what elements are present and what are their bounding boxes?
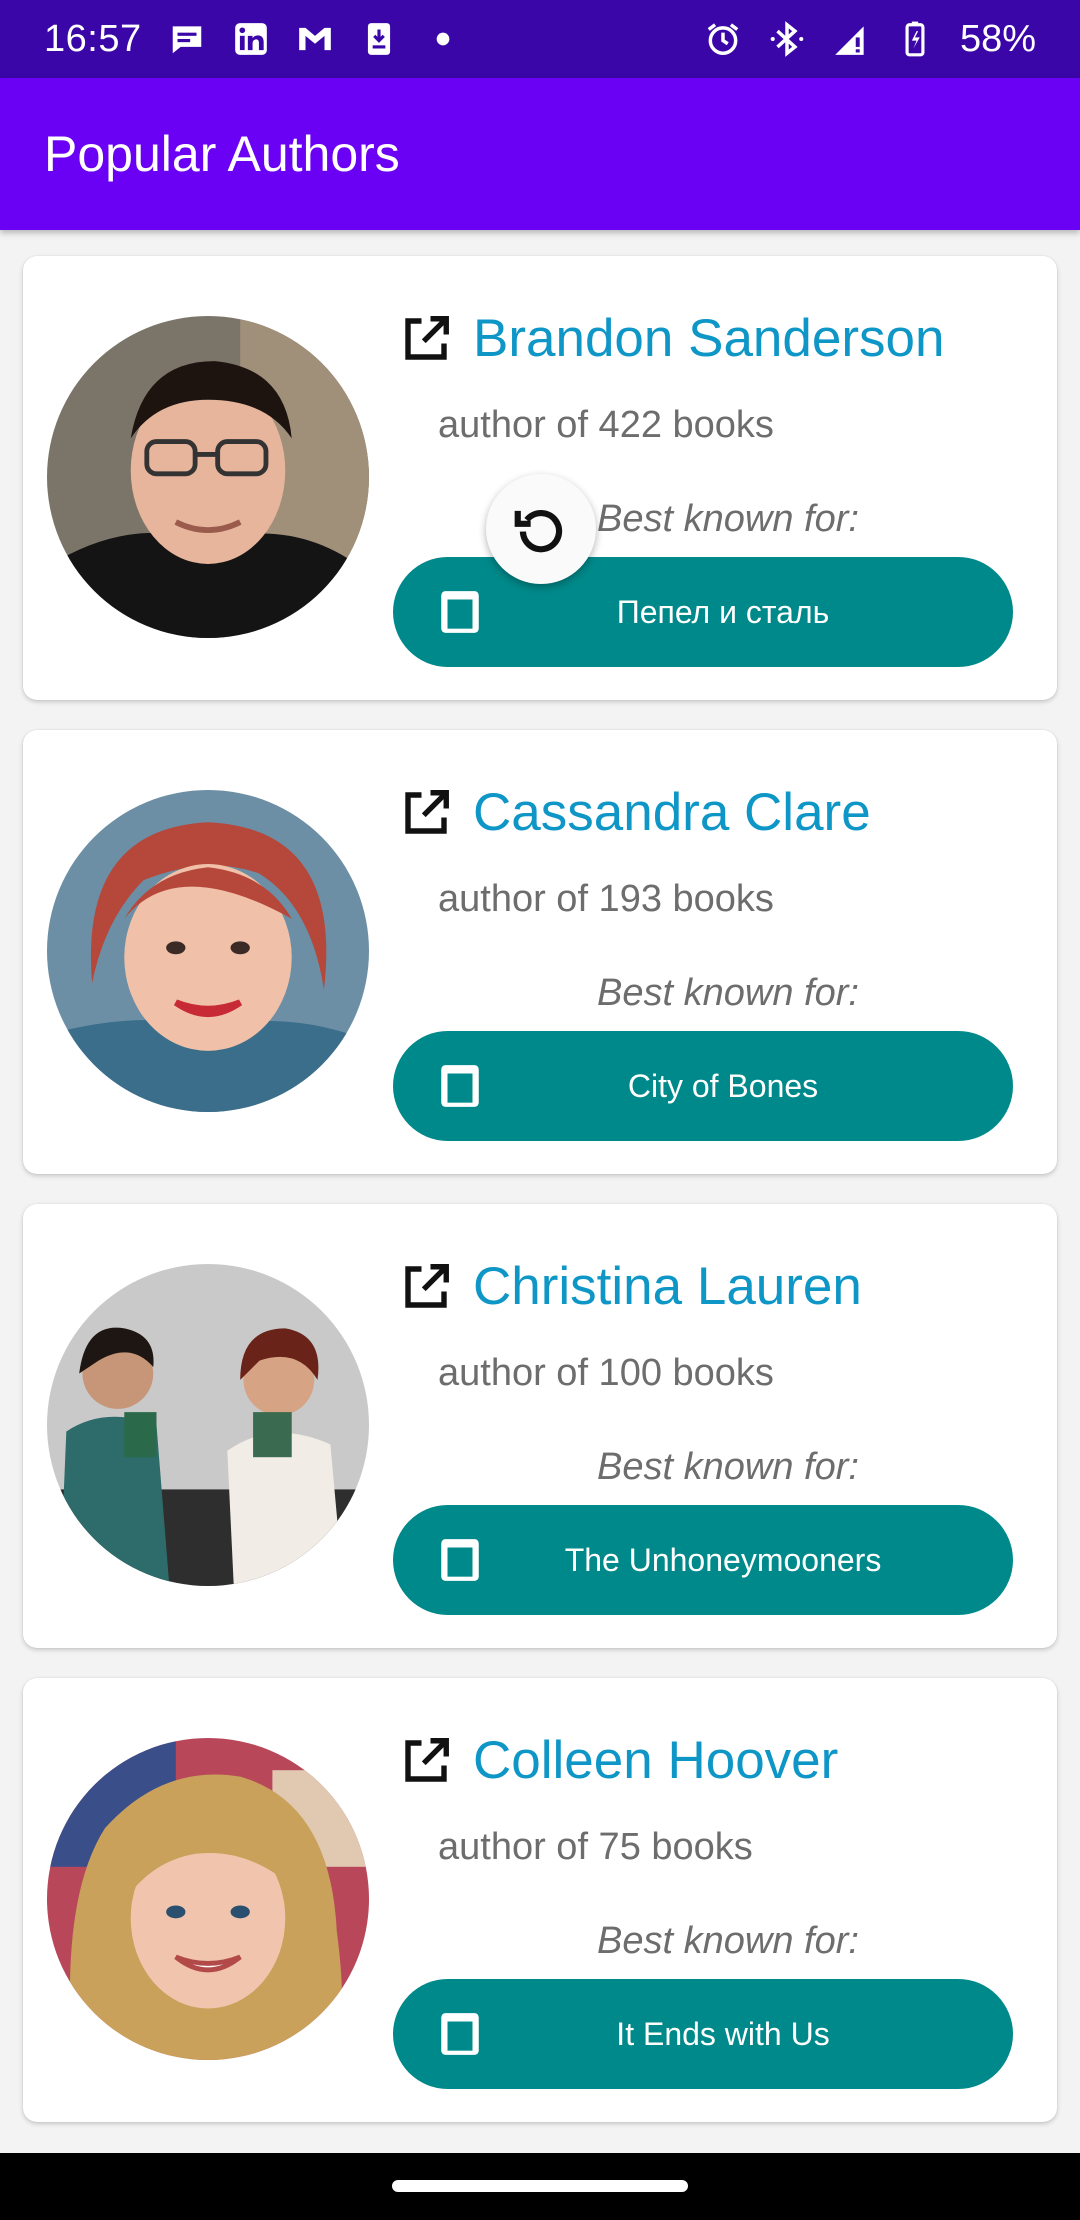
battery-icon — [896, 20, 934, 58]
download-icon — [360, 20, 398, 58]
best-known-label: Best known for: — [597, 972, 859, 1014]
author-name-row[interactable]: Brandon Sanderson — [399, 308, 944, 369]
best-known-book-button[interactable]: It Ends with Us — [393, 1979, 1013, 2089]
author-name[interactable]: Christina Lauren — [473, 1256, 862, 1317]
author-avatar — [47, 316, 369, 638]
dot-icon — [424, 20, 462, 58]
author-name-row[interactable]: Christina Lauren — [399, 1256, 862, 1317]
author-name-row[interactable]: Cassandra Clare — [399, 782, 871, 843]
author-card: Christina Lauren author of 100 books Bes… — [23, 1204, 1057, 1648]
best-known-book-title: It Ends with Us — [616, 2015, 830, 2052]
navigation-bar — [0, 2153, 1080, 2220]
author-avatar — [47, 1264, 369, 1586]
open-in-new-icon[interactable] — [399, 786, 453, 840]
app-bar: Popular Authors — [0, 78, 1080, 230]
author-avatar — [47, 1738, 369, 2060]
best-known-label: Best known for: — [597, 1446, 859, 1488]
message-icon — [168, 20, 206, 58]
status-time: 16:57 — [44, 17, 142, 60]
author-book-count: author of 75 books — [438, 1826, 753, 1868]
open-in-new-icon[interactable] — [399, 1734, 453, 1788]
author-avatar — [47, 790, 369, 1112]
author-photo — [47, 316, 369, 638]
gmail-icon — [296, 20, 334, 58]
best-known-book-title: Пепел и сталь — [616, 593, 830, 630]
book-icon — [435, 1061, 485, 1111]
status-bar: 16:57 58% — [0, 0, 1080, 78]
battery-percent: 58% — [959, 17, 1036, 60]
author-card: Colleen Hoover author of 75 books Best k… — [23, 1678, 1057, 2122]
linkedin-icon — [232, 20, 270, 58]
refresh-indicator[interactable] — [486, 474, 596, 584]
author-name[interactable]: Colleen Hoover — [473, 1730, 838, 1791]
best-known-book-button[interactable]: City of Bones — [393, 1031, 1013, 1141]
app-title: Popular Authors — [44, 126, 400, 182]
alarm-icon — [704, 20, 742, 58]
home-handle[interactable] — [392, 2180, 688, 2192]
author-book-count: author of 422 books — [438, 404, 774, 446]
author-name-row[interactable]: Colleen Hoover — [399, 1730, 838, 1791]
author-book-count: author of 193 books — [438, 878, 774, 920]
signal-icon — [832, 20, 870, 58]
book-icon — [435, 1535, 485, 1585]
open-in-new-icon[interactable] — [399, 312, 453, 366]
best-known-book-button[interactable]: Пепел и сталь — [393, 557, 1013, 667]
best-known-book-button[interactable]: The Unhoneymooners — [393, 1505, 1013, 1615]
author-photo — [47, 1738, 369, 2060]
author-name[interactable]: Brandon Sanderson — [473, 308, 944, 369]
author-name[interactable]: Cassandra Clare — [473, 782, 871, 843]
book-icon — [435, 2009, 485, 2059]
bluetooth-icon — [768, 20, 806, 58]
author-photo — [47, 790, 369, 1112]
open-in-new-icon[interactable] — [399, 1260, 453, 1314]
author-book-count: author of 100 books — [438, 1352, 774, 1394]
status-left: 16:57 — [44, 18, 462, 61]
book-icon — [435, 587, 485, 637]
best-known-label: Best known for: — [597, 1920, 859, 1962]
best-known-book-title: The Unhoneymooners — [564, 1541, 882, 1578]
refresh-icon — [514, 510, 563, 553]
author-card: Cassandra Clare author of 193 books Best… — [23, 730, 1057, 1174]
author-photo — [47, 1264, 369, 1586]
best-known-book-title: City of Bones — [627, 1067, 819, 1104]
status-right: 58% — [704, 18, 1036, 61]
